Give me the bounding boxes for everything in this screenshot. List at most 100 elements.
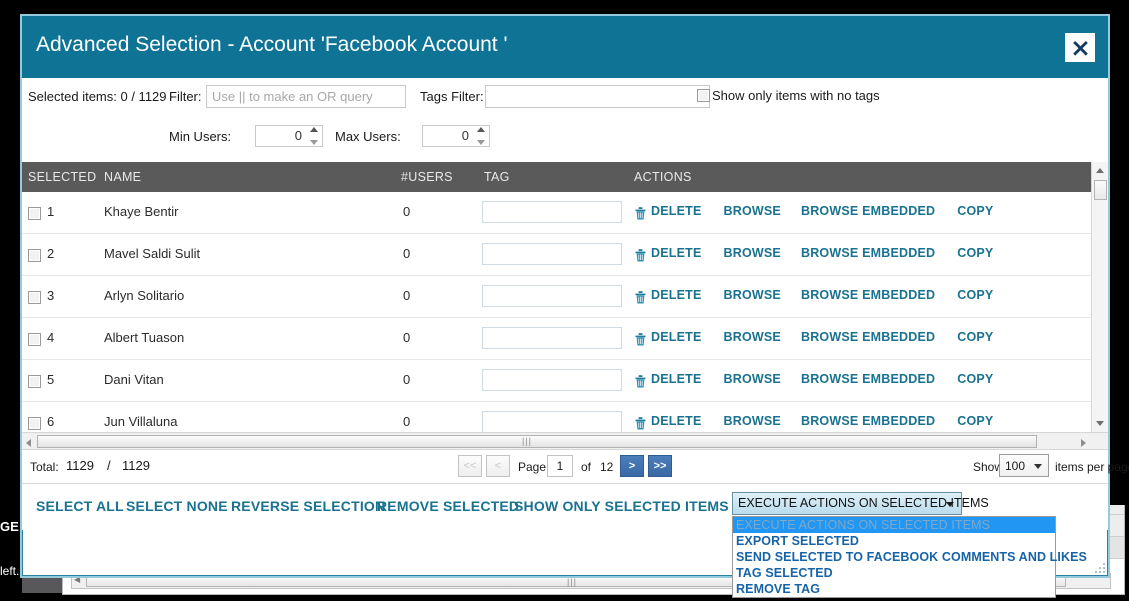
horizontal-scrollbar-thumb[interactable] (37, 435, 1037, 448)
row-delete-link[interactable]: DELETE (651, 414, 702, 428)
row-tag-input[interactable] (482, 243, 622, 265)
row-checkbox[interactable] (28, 417, 41, 430)
max-users-stepper[interactable]: 0 (422, 125, 490, 147)
show-only-selected-button[interactable]: SHOW ONLY SELECTED ITEMS (514, 498, 729, 514)
scrollbar-thumb[interactable] (1094, 180, 1107, 200)
row-browse-embedded-link[interactable]: BROWSE EMBEDDED (801, 288, 935, 302)
table-vertical-scrollbar[interactable] (1091, 162, 1108, 432)
trash-icon[interactable] (634, 374, 647, 388)
row-users-count: 0 (403, 330, 411, 345)
row-browse-embedded-link[interactable]: BROWSE EMBEDDED (801, 204, 935, 218)
previous-page-button[interactable]: < (486, 455, 510, 477)
background-sidebar-label-bottom: left. (0, 564, 20, 578)
close-button[interactable] (1065, 33, 1095, 62)
row-copy-link[interactable]: COPY (957, 372, 993, 386)
row-delete-link[interactable]: DELETE (651, 246, 702, 260)
row-checkbox[interactable] (28, 375, 41, 388)
trash-icon[interactable] (634, 248, 647, 262)
row-delete-link[interactable]: DELETE (651, 288, 702, 302)
dropdown-option[interactable]: REMOVE TAG (733, 581, 1055, 597)
tags-filter-input[interactable] (485, 85, 710, 108)
table-row[interactable]: 1 Khaye Bentir 0 DELETE BROWSE BROWSE EMBEDDE… (22, 192, 1108, 234)
dialog-titlebar: Advanced Selection - Account 'Facebook A… (22, 16, 1108, 78)
show-only-no-tags-checkbox[interactable]: Show only items with no tags (697, 88, 880, 103)
row-browse-link[interactable]: BROWSE (724, 288, 781, 302)
trash-icon[interactable] (634, 206, 647, 220)
row-index: 1 (47, 204, 55, 219)
min-users-stepper[interactable]: 0 (255, 125, 323, 147)
resize-handle[interactable] (1091, 559, 1105, 573)
row-index: 2 (47, 246, 55, 261)
row-checkbox[interactable] (28, 333, 41, 346)
min-users-spinner-arrows[interactable] (308, 127, 319, 145)
table-row[interactable]: 2 Mavel Saldi Sulit 0 DELETE BROWSE BROWSE EM… (22, 234, 1108, 276)
row-copy-link[interactable]: COPY (957, 288, 993, 302)
row-copy-link[interactable]: COPY (957, 246, 993, 260)
scroll-right-icon[interactable] (1081, 439, 1086, 447)
total-all-value: 1129 (122, 458, 150, 473)
page-number-input[interactable] (547, 455, 573, 477)
row-delete-link[interactable]: DELETE (651, 204, 702, 218)
select-all-button[interactable]: SELECT ALL (36, 498, 124, 514)
next-page-button[interactable]: > (620, 455, 644, 477)
scroll-down-icon[interactable] (1096, 421, 1104, 426)
remove-selected-button[interactable]: REMOVE SELECTED (377, 498, 519, 514)
items-table: SELECTED NAME #USERS TAG ACTIONS 1 Khaye … (22, 162, 1108, 432)
row-browse-link[interactable]: BROWSE (724, 204, 781, 218)
row-delete-link[interactable]: DELETE (651, 372, 702, 386)
table-row[interactable]: 5 Dani Vitan 0 DELETE BROWSE BROWSE EMBEDDED C… (22, 360, 1108, 402)
reverse-selection-button[interactable]: REVERSE SELECTION (231, 498, 385, 514)
dropdown-option[interactable]: SEND SELECTED TO FACEBOOK COMMENTS AND L… (733, 549, 1087, 565)
row-tag-input[interactable] (482, 201, 622, 223)
items-per-page-label: items per page (1055, 460, 1129, 474)
page-size-select[interactable]: 100 (999, 454, 1049, 477)
row-browse-embedded-link[interactable]: BROWSE EMBEDDED (801, 330, 935, 344)
row-checkbox[interactable] (28, 249, 41, 262)
row-tag-input[interactable] (482, 285, 622, 307)
execute-actions-dropdown-list: EXECUTE ACTIONS ON SELECTED ITEMS EXPORT … (732, 516, 1087, 598)
row-tag-input[interactable] (482, 411, 622, 432)
scroll-left-icon[interactable] (26, 439, 31, 447)
execute-actions-dropdown-button[interactable]: EXECUTE ACTIONS ON SELECTED ITEMS (732, 492, 989, 515)
scrollbar-track[interactable] (1092, 179, 1108, 415)
scroll-up-icon[interactable] (1096, 168, 1104, 173)
row-name: Mavel Saldi Sulit (104, 246, 201, 261)
table-horizontal-scrollbar[interactable]: ||| (22, 432, 1108, 450)
row-browse-embedded-link[interactable]: BROWSE EMBEDDED (801, 246, 935, 260)
dropdown-option[interactable]: EXECUTE ACTIONS ON SELECTED ITEMS (733, 517, 1055, 533)
row-users-count: 0 (403, 246, 411, 261)
table-row[interactable]: 4 Albert Tuason 0 DELETE BROWSE BROWSE EMBEDD… (22, 318, 1108, 360)
trash-icon[interactable] (634, 290, 647, 304)
row-copy-link[interactable]: COPY (957, 414, 993, 428)
row-browse-link[interactable]: BROWSE (724, 372, 781, 386)
row-checkbox[interactable] (28, 291, 41, 304)
select-none-button[interactable]: SELECT NONE (126, 498, 228, 514)
row-browse-link[interactable]: BROWSE (724, 246, 781, 260)
dropdown-option[interactable]: EXPORT SELECTED (733, 533, 1055, 549)
dropdown-option[interactable]: TAG SELECTED (733, 565, 1055, 581)
trash-icon[interactable] (634, 332, 647, 346)
row-browse-embedded-link[interactable]: BROWSE EMBEDDED (801, 372, 935, 386)
last-page-button[interactable]: >> (648, 455, 672, 477)
row-tag-input[interactable] (482, 369, 622, 391)
first-page-button[interactable]: << (458, 455, 482, 477)
pagination-bar: Total: 1129 / 1129 << < Page of 12 > >> … (22, 450, 1129, 484)
max-users-spinner-arrows[interactable] (475, 127, 486, 145)
row-copy-link[interactable]: COPY (957, 204, 993, 218)
chevron-down-icon (1034, 464, 1042, 469)
row-delete-link[interactable]: DELETE (651, 330, 702, 344)
row-browse-link[interactable]: BROWSE (724, 330, 781, 344)
table-body: 1 Khaye Bentir 0 DELETE BROWSE BROWSE EMBEDDE… (22, 192, 1108, 432)
execute-actions-dropdown: EXECUTE ACTIONS ON SELECTED ITEMS EXECUT… (732, 492, 1087, 598)
filter-input[interactable] (206, 85, 406, 108)
dialog-title: Advanced Selection - Account 'Facebook A… (36, 33, 508, 56)
table-row[interactable]: 6 Jun Villaluna 0 DELETE BROWSE BROWSE EMBEDD… (22, 402, 1108, 432)
row-checkbox[interactable] (28, 207, 41, 220)
row-browse-link[interactable]: BROWSE (724, 414, 781, 428)
row-copy-link[interactable]: COPY (957, 330, 993, 344)
row-browse-embedded-link[interactable]: BROWSE EMBEDDED (801, 414, 935, 428)
total-shown-value: 1129 (66, 458, 94, 473)
trash-icon[interactable] (634, 416, 647, 430)
row-tag-input[interactable] (482, 327, 622, 349)
table-row[interactable]: 3 Arlyn Solitario 0 DELETE BROWSE BROWSE EMBE… (22, 276, 1108, 318)
